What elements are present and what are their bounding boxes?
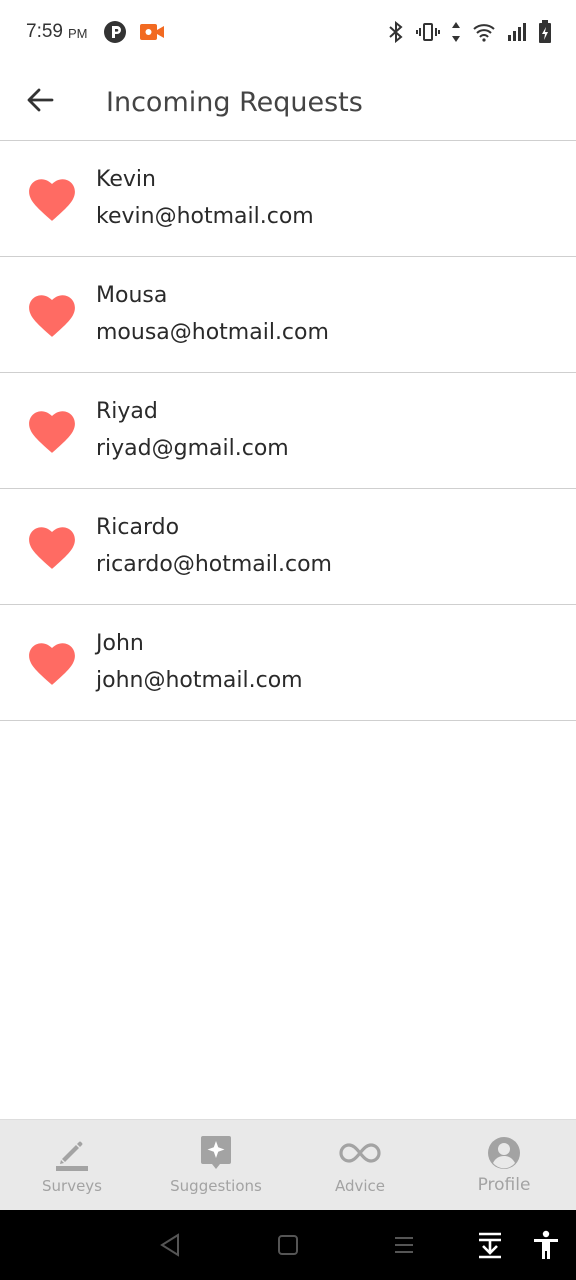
bottom-nav: Surveys Suggestions Advice Profile xyxy=(0,1119,576,1210)
page-title: Incoming Requests xyxy=(106,86,363,118)
list-item[interactable]: Kevin kevin@hotmail.com xyxy=(0,141,576,257)
nav-item-profile[interactable]: Profile xyxy=(432,1120,576,1210)
list-item[interactable]: Ricardo ricardo@hotmail.com xyxy=(0,489,576,605)
heart-icon[interactable] xyxy=(0,489,96,605)
nav-label-surveys: Surveys xyxy=(42,1177,102,1195)
signal-icon xyxy=(507,22,527,42)
list-item[interactable]: John john@hotmail.com xyxy=(0,605,576,721)
home-square-icon[interactable] xyxy=(268,1210,308,1280)
request-email: ricardo@hotmail.com xyxy=(96,552,332,577)
wifi-icon xyxy=(472,22,496,42)
heart-icon[interactable] xyxy=(0,257,96,373)
video-record-icon xyxy=(139,22,165,42)
request-name: John xyxy=(96,631,144,656)
request-email: john@hotmail.com xyxy=(96,668,303,693)
back-button[interactable] xyxy=(0,64,80,141)
pencil-icon xyxy=(54,1134,90,1172)
data-arrows-icon xyxy=(451,21,461,43)
vibrate-icon xyxy=(416,21,440,43)
nav-item-suggestions[interactable]: Suggestions xyxy=(144,1120,288,1210)
user-circle-icon xyxy=(487,1134,521,1172)
request-email: riyad@gmail.com xyxy=(96,436,289,461)
nav-label-profile: Profile xyxy=(477,1175,531,1195)
battery-charging-icon xyxy=(538,20,552,44)
system-nav-bar xyxy=(0,1210,576,1280)
recents-lines-icon[interactable] xyxy=(384,1210,424,1280)
request-name: Mousa xyxy=(96,283,168,308)
sparkle-badge-icon xyxy=(200,1134,232,1172)
heart-icon[interactable] xyxy=(0,605,96,721)
status-bar: 7:59 PM xyxy=(0,0,576,64)
accessibility-icon[interactable] xyxy=(526,1210,566,1280)
nav-item-advice[interactable]: Advice xyxy=(288,1120,432,1210)
request-name: Kevin xyxy=(96,167,156,192)
request-list: Kevin kevin@hotmail.com Mousa mousa@hotm… xyxy=(0,141,576,721)
heart-icon[interactable] xyxy=(0,141,96,257)
bluetooth-icon xyxy=(387,21,405,43)
infinity-icon xyxy=(339,1134,381,1172)
app-bar: Incoming Requests xyxy=(0,64,576,141)
request-name: Riyad xyxy=(96,399,158,424)
status-time: 7:59 xyxy=(26,21,63,42)
request-email: mousa@hotmail.com xyxy=(96,320,329,345)
nav-label-advice: Advice xyxy=(334,1177,386,1195)
privacy-p-icon xyxy=(103,20,127,44)
list-item[interactable]: Riyad riyad@gmail.com xyxy=(0,373,576,489)
request-email: kevin@hotmail.com xyxy=(96,204,314,229)
status-ampm: PM xyxy=(67,26,88,41)
back-triangle-icon[interactable] xyxy=(150,1210,190,1280)
list-item[interactable]: Mousa mousa@hotmail.com xyxy=(0,257,576,373)
request-name: Ricardo xyxy=(96,515,180,540)
nav-label-suggestions: Suggestions xyxy=(170,1177,262,1195)
download-dock-icon[interactable] xyxy=(470,1210,510,1280)
arrow-left-icon xyxy=(26,86,54,118)
heart-icon[interactable] xyxy=(0,373,96,489)
nav-item-surveys[interactable]: Surveys xyxy=(0,1120,144,1210)
